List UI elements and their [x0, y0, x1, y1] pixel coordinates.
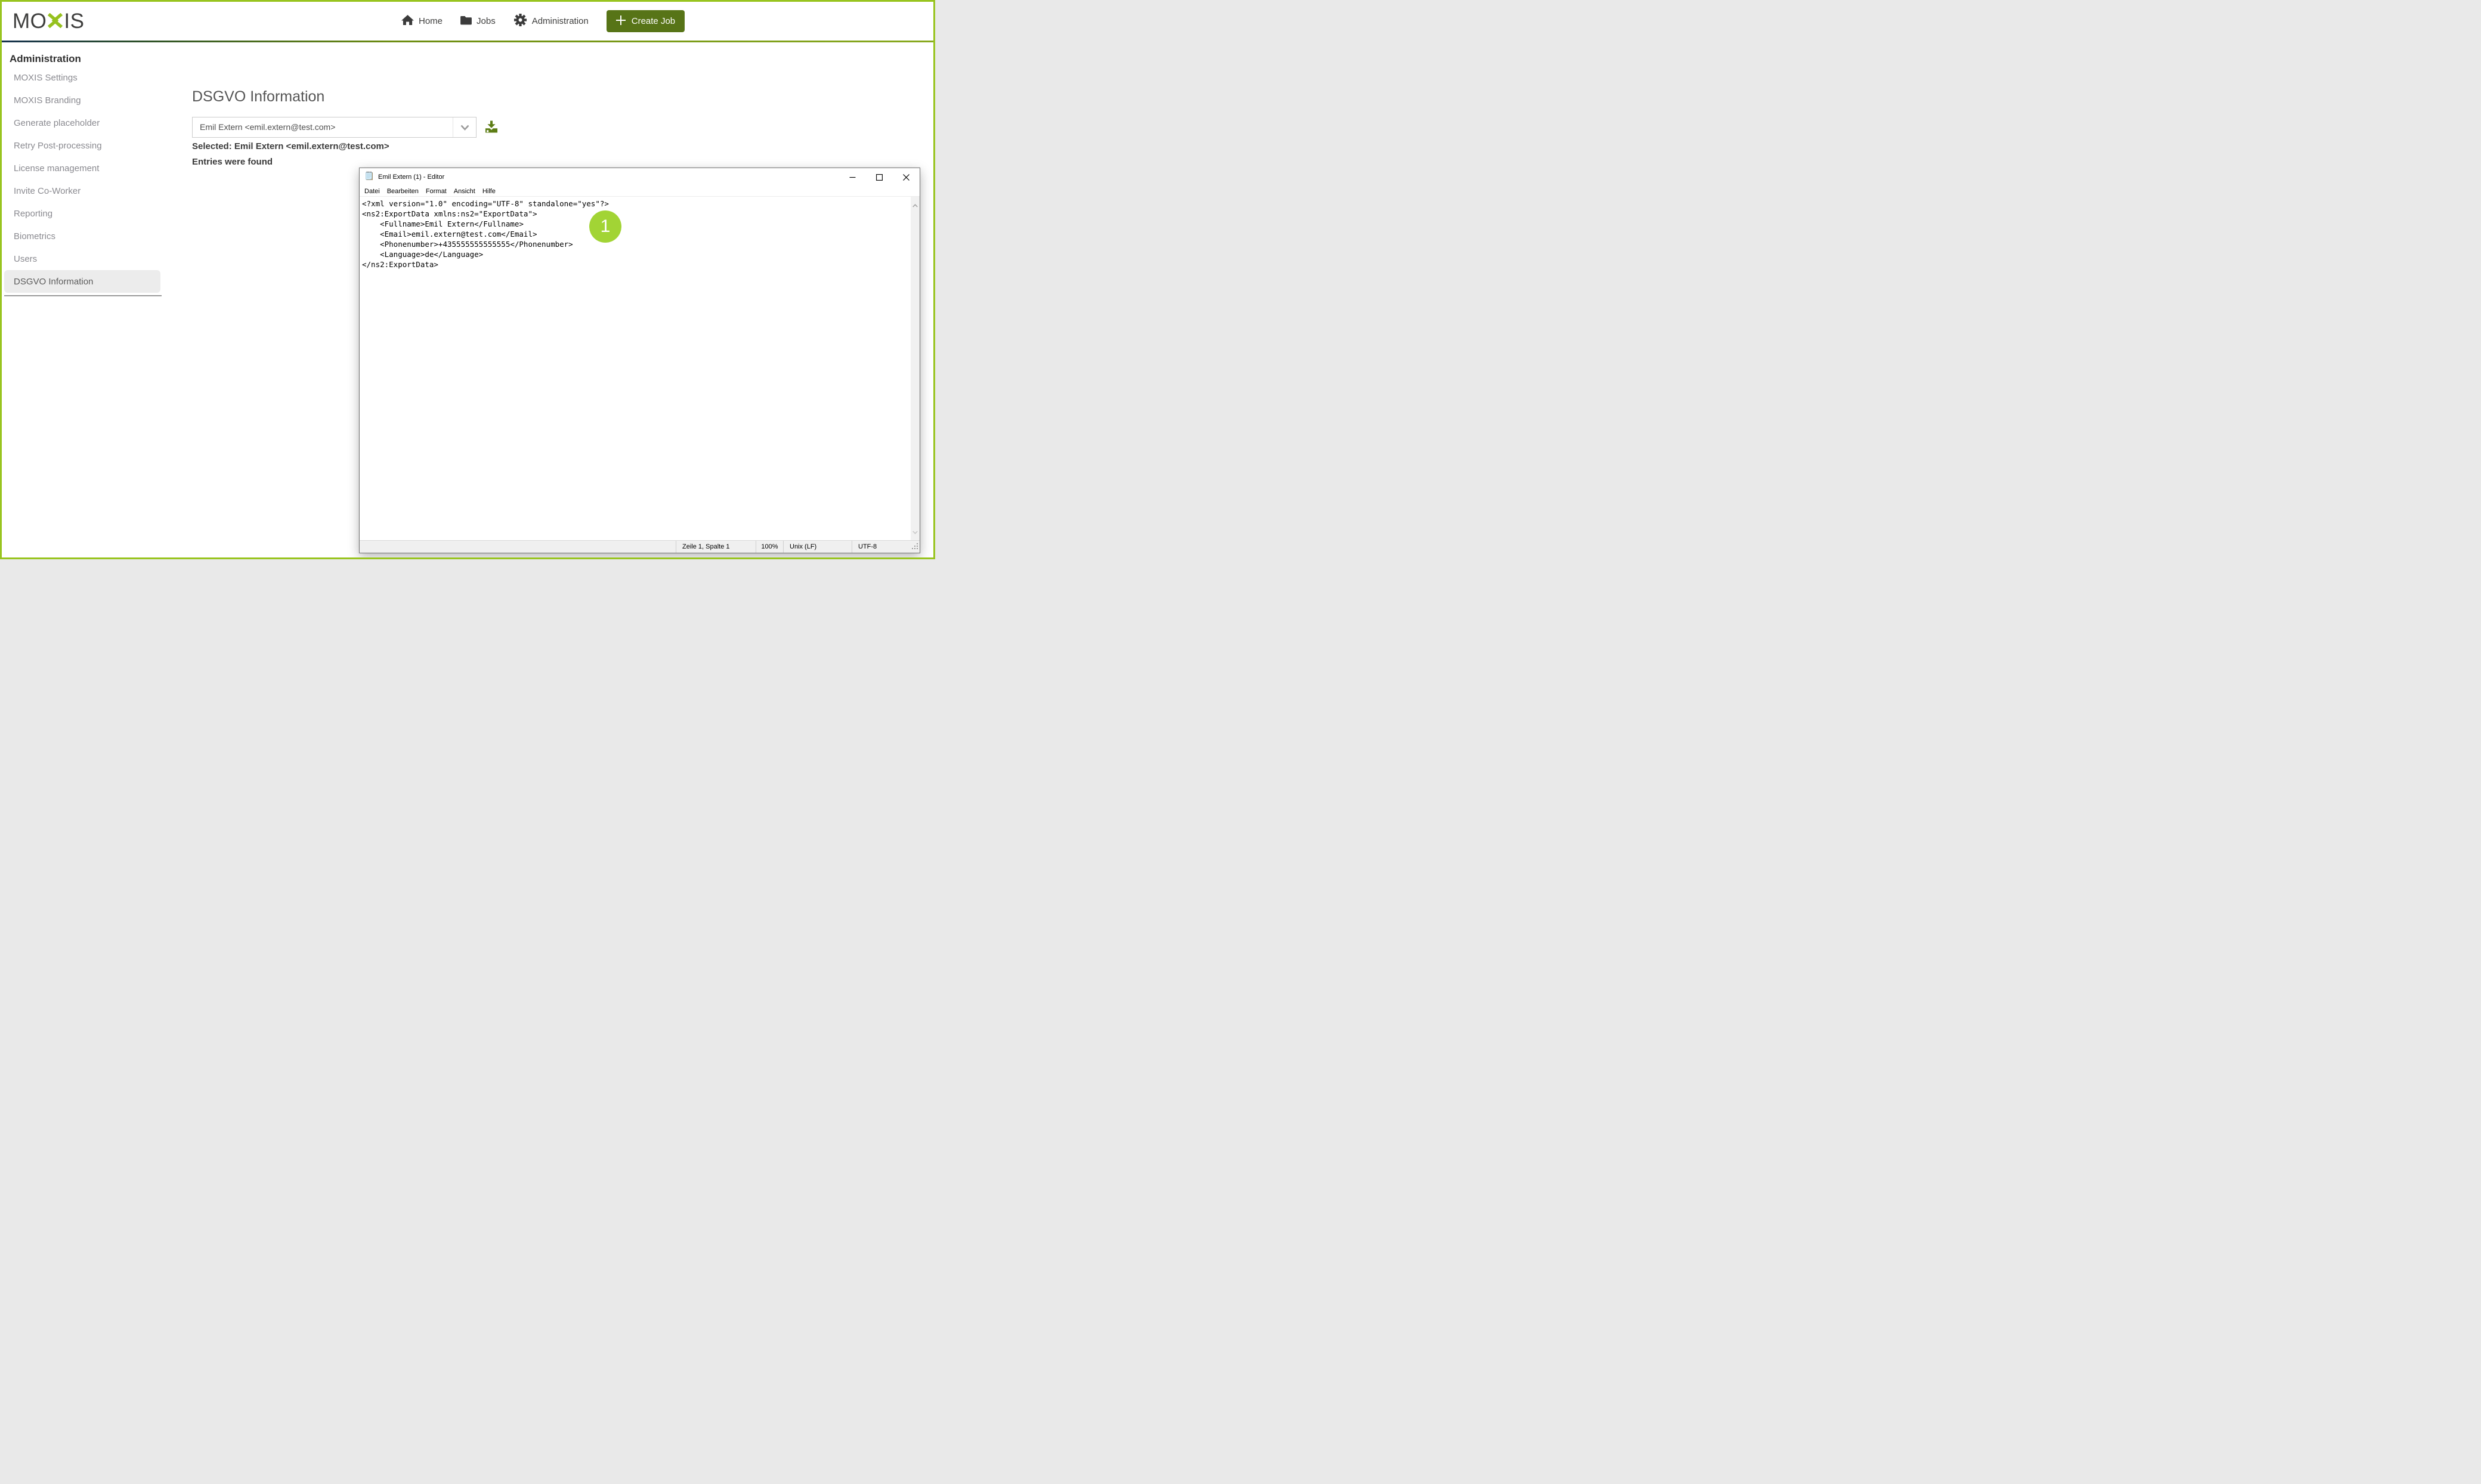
sidebar-item-moxis-settings[interactable]: MOXIS Settings	[4, 66, 160, 89]
person-picker-row: Emil Extern <emil.extern@test.com>	[192, 117, 498, 138]
moxis-logo[interactable]: MO IS	[13, 10, 84, 35]
nav-home[interactable]: Home	[401, 14, 443, 28]
folder-icon	[460, 16, 472, 27]
status-line-ending: Unix (LF)	[783, 541, 852, 553]
notepad-statusbar: Zeile 1, Spalte 1 100% Unix (LF) UTF-8	[360, 540, 920, 553]
sidebar-item-retry-post-processing[interactable]: Retry Post-processing	[4, 134, 160, 157]
status-cursor-position: Zeile 1, Spalte 1	[676, 541, 756, 553]
create-job-button[interactable]: Create Job	[607, 10, 685, 32]
notepad-app-icon	[364, 171, 374, 184]
menu-datei[interactable]: Datei	[361, 188, 383, 195]
sidebar-divider	[4, 295, 162, 296]
download-button[interactable]	[485, 120, 498, 135]
nav-jobs-label: Jobs	[477, 16, 496, 26]
sidebar-item-biometrics[interactable]: Biometrics	[4, 225, 160, 247]
maximize-button[interactable]	[866, 168, 893, 186]
person-select[interactable]: Emil Extern <emil.extern@test.com>	[192, 117, 477, 138]
status-encoding-label: UTF-8	[858, 543, 877, 550]
sidebar-heading: Administration	[10, 53, 164, 65]
sidebar: Administration MOXIS Settings MOXIS Bran…	[2, 42, 164, 296]
entries-found-line: Entries were found	[192, 157, 273, 167]
status-zoom-level: 100%	[756, 541, 783, 553]
notepad-title: Emil Extern (1) - Editor	[378, 174, 444, 181]
sidebar-menu: MOXIS Settings MOXIS Branding Generate p…	[2, 66, 164, 293]
nav-jobs[interactable]: Jobs	[460, 16, 496, 27]
notepad-titlebar[interactable]: Emil Extern (1) - Editor	[360, 168, 920, 186]
resize-grip[interactable]	[911, 542, 918, 552]
create-job-label: Create Job	[632, 16, 675, 26]
nav-home-label: Home	[419, 16, 443, 26]
logo-x-icon	[47, 10, 64, 33]
top-nav: Home Jobs Administration	[401, 2, 685, 41]
notepad-text-area[interactable]: <?xml version="1.0" encoding="UTF-8" sta…	[360, 197, 920, 540]
download-icon	[485, 120, 498, 135]
selected-person-line: Selected: Emil Extern <emil.extern@test.…	[192, 141, 389, 151]
sidebar-item-dsgvo-information[interactable]: DSGVO Information	[4, 270, 160, 293]
menu-format[interactable]: Format	[422, 188, 450, 195]
sidebar-item-generate-placeholder[interactable]: Generate placeholder	[4, 111, 160, 134]
scroll-up-icon[interactable]	[912, 200, 918, 210]
logo-text-right: IS	[64, 10, 84, 33]
sidebar-item-license-management[interactable]: License management	[4, 157, 160, 179]
person-select-value: Emil Extern <emil.extern@test.com>	[193, 117, 453, 137]
close-button[interactable]	[893, 168, 920, 186]
status-empty	[360, 541, 676, 553]
page-title: DSGVO Information	[192, 88, 324, 106]
vertical-scrollbar[interactable]	[911, 197, 920, 540]
scroll-down-icon[interactable]	[912, 526, 918, 537]
sidebar-item-users[interactable]: Users	[4, 247, 160, 270]
nav-administration[interactable]: Administration	[513, 13, 589, 29]
menu-hilfe[interactable]: Hilfe	[479, 188, 499, 195]
menu-ansicht[interactable]: Ansicht	[450, 188, 479, 195]
chevron-down-icon	[453, 117, 476, 137]
annotation-badge-1: 1	[589, 210, 621, 243]
gear-icon	[513, 13, 527, 29]
minimize-button[interactable]	[839, 168, 866, 186]
annotation-badge-label: 1	[601, 216, 611, 237]
logo-text-left: MO	[13, 10, 47, 33]
home-icon	[401, 14, 414, 28]
sidebar-item-invite-co-worker[interactable]: Invite Co-Worker	[4, 179, 160, 202]
window-controls	[839, 168, 920, 186]
page: MO IS Home Jobs	[0, 0, 935, 559]
menu-bearbeiten[interactable]: Bearbeiten	[383, 188, 422, 195]
app-header: MO IS Home Jobs	[2, 2, 933, 42]
status-encoding: UTF-8	[852, 541, 920, 553]
sidebar-item-moxis-branding[interactable]: MOXIS Branding	[4, 89, 160, 111]
notepad-window: Emil Extern (1) - Editor Datei Bearbeite…	[359, 168, 920, 553]
nav-administration-label: Administration	[532, 16, 589, 26]
plus-icon	[616, 16, 626, 27]
xml-content[interactable]: <?xml version="1.0" encoding="UTF-8" sta…	[360, 197, 920, 269]
notepad-menubar: Datei Bearbeiten Format Ansicht Hilfe	[360, 186, 920, 197]
sidebar-item-reporting[interactable]: Reporting	[4, 202, 160, 225]
